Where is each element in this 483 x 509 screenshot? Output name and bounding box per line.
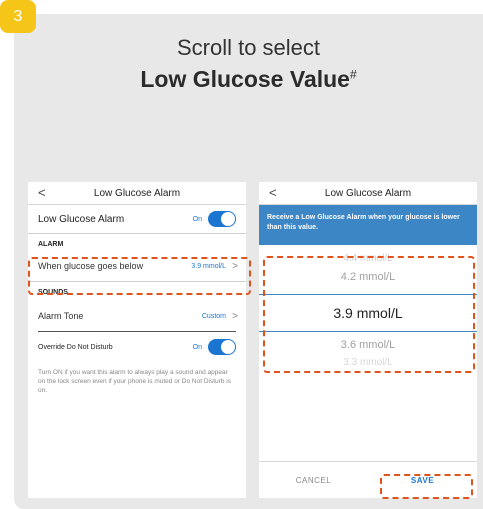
nav-bar: < Low Glucose Alarm	[28, 182, 246, 205]
info-banner: Receive a Low Glucose Alarm when your gl…	[259, 205, 477, 245]
back-chevron-icon[interactable]: <	[269, 185, 277, 200]
toggle-state-label: On	[192, 215, 202, 223]
dnd-toggle[interactable]	[208, 339, 236, 355]
row-label: Override Do Not Disturb	[38, 343, 113, 351]
heading-text: Low Glucose Value	[140, 66, 350, 92]
chevron-right-icon: >	[232, 310, 238, 322]
nav-bar: < Low Glucose Alarm	[259, 182, 477, 205]
heading-line-2: Low Glucose Value#	[14, 66, 483, 93]
back-chevron-icon[interactable]: <	[38, 185, 46, 200]
step-badge: 3	[0, 0, 36, 33]
override-dnd-row: Override Do Not Disturb On	[28, 332, 246, 362]
footnote-mark: #	[349, 67, 357, 82]
row-label: Alarm Tone	[38, 311, 84, 321]
alarm-tone-row[interactable]: Alarm Tone Custom >	[28, 301, 246, 331]
threshold-highlight	[28, 257, 251, 295]
tone-value: Custom	[201, 312, 226, 320]
picker-highlight	[263, 256, 475, 373]
screen-title: Low Glucose Alarm	[324, 187, 412, 199]
heading-line-1: Scroll to select	[176, 35, 321, 60]
alarm-section-header: ALARM	[28, 233, 246, 251]
dnd-helper-text: Turn ON if you want this alarm to always…	[38, 369, 231, 394]
low-glucose-alarm-row: Low Glucose Alarm On	[28, 205, 246, 233]
save-highlight	[380, 474, 473, 499]
toggle-state-label: On	[192, 343, 202, 351]
row-label: Low Glucose Alarm	[38, 213, 125, 225]
settings-screen: < Low Glucose Alarm Low Glucose Alarm On…	[28, 182, 246, 498]
cancel-button[interactable]: CANCEL	[259, 476, 368, 485]
screen-title: Low Glucose Alarm	[93, 187, 181, 199]
alarm-toggle[interactable]	[208, 211, 236, 227]
